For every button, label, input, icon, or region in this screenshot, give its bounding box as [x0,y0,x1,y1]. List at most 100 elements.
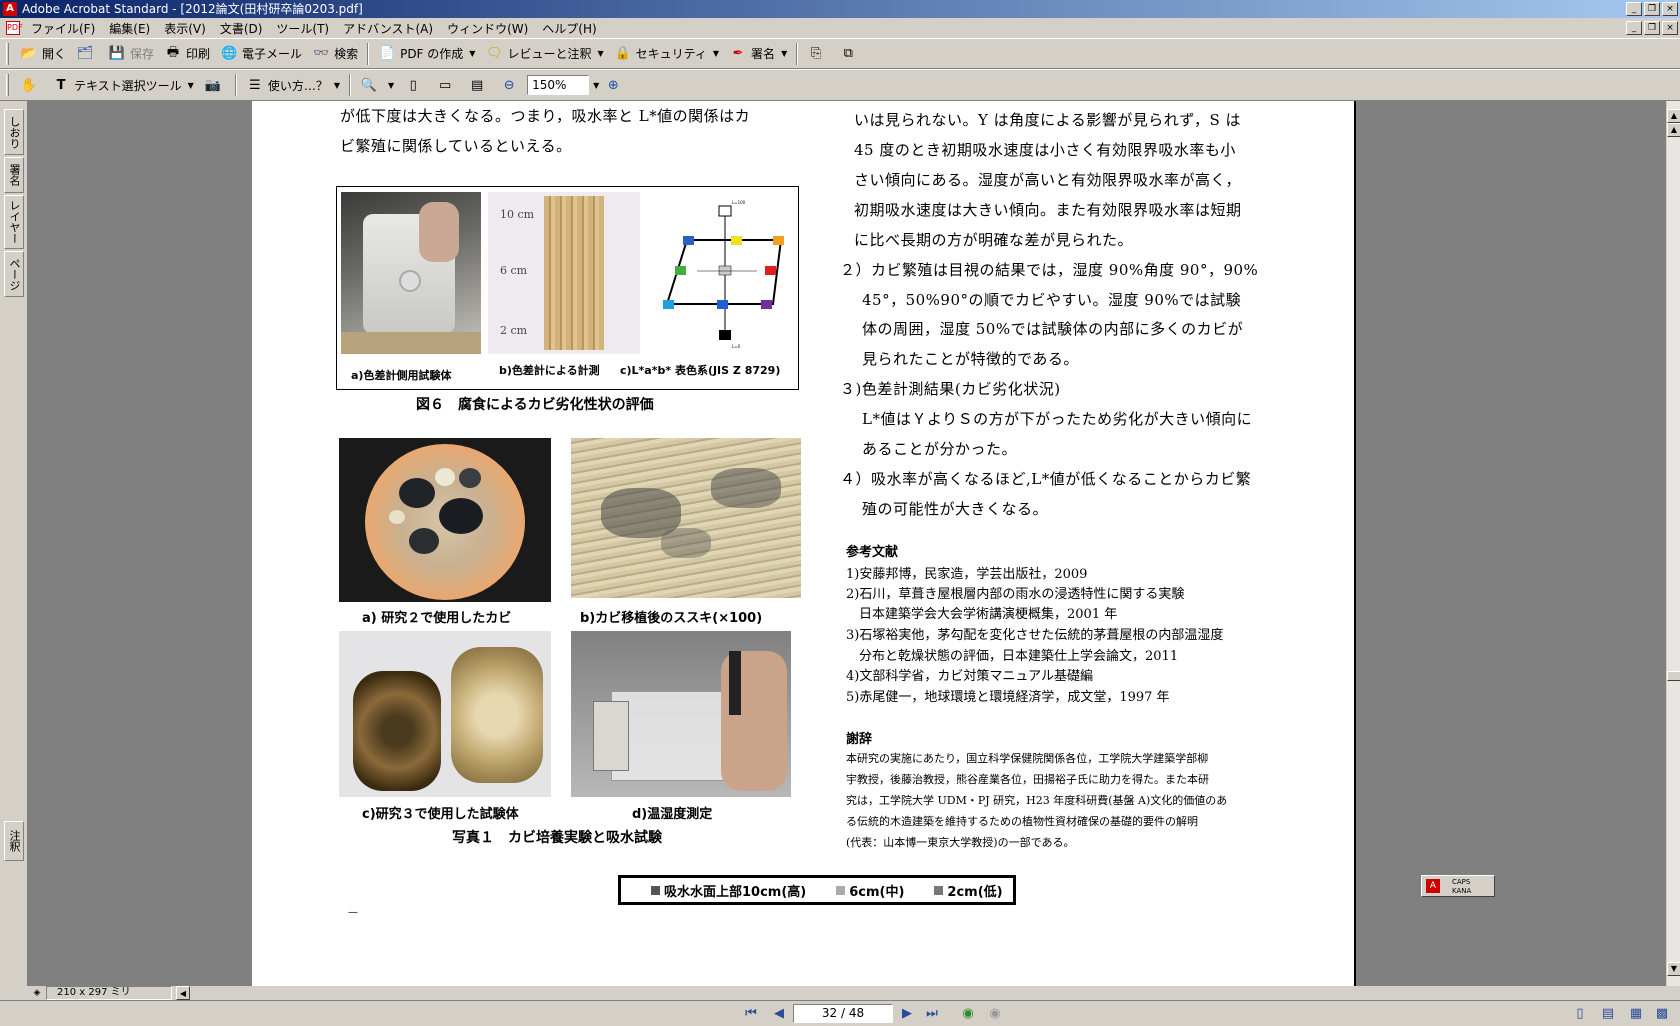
menu-window[interactable]: ウィンドウ(W) [440,20,535,37]
zoom-input[interactable]: 150% [527,75,590,95]
scroll-down-button[interactable]: ▼ [1667,962,1680,976]
tab-comments[interactable]: 注釈 [4,821,24,861]
doc-close-button[interactable]: × [1662,21,1678,35]
reference-item: 分布と乾燥状態の評価，日本建築仕上学会論文，2011 [846,649,1179,664]
first-page-icon[interactable]: ⏮ [743,1006,759,1022]
toolbar-separator [796,42,799,65]
fit-width-icon: ▤ [470,77,484,93]
hand-tool-button[interactable]: ✋ [15,73,47,97]
organizer-button[interactable]: 🗂 [71,42,103,66]
page-number-field[interactable]: 32 / 48 [793,1004,893,1023]
page-import-icon: ⧉ [843,46,853,61]
previous-page-icon[interactable]: ◀ [771,1006,787,1022]
next-view-icon[interactable]: ◉ [987,1006,1003,1022]
tab-bookmarks[interactable]: しおり [4,109,24,155]
reference-item: 1)安藤邦博，民家造，学芸出版社，2009 [846,567,1088,582]
zoom-tool-button[interactable]: 🔍 ▼ [355,73,399,97]
continuous-icon[interactable]: ▤ [1600,1006,1616,1022]
continuous-facing-icon[interactable]: ▩ [1654,1006,1670,1022]
save-button[interactable]: 💾 保存 [103,42,159,66]
snapshot-button[interactable]: 📷 [199,73,231,97]
references-heading: 参考文献 [846,545,899,560]
menu-advanced[interactable]: アドバンスト(A) [336,20,440,37]
last-page-icon[interactable]: ⏭ [924,1006,940,1022]
minimize-button[interactable]: _ [1626,2,1642,16]
ime-caps: CAPS [1452,878,1471,886]
actual-size-button[interactable]: ▯ [399,73,431,97]
page-size-display: 210 x 297 ミリ [46,986,172,1000]
menu-view[interactable]: 表示(V) [157,20,213,37]
organizer-icon: 🗂 [76,46,94,61]
chevron-down-icon[interactable]: ▼ [188,81,194,90]
create-pdf-button[interactable]: 📄 PDF の作成 ▼ [373,42,480,66]
document-view[interactable]: が低下度は大きくなる。つまり，吸水率と L*値の関係はカ ビ繁殖に関係していると… [28,101,1666,986]
save-icon: 💾 [108,46,126,61]
legend-item: 吸水水面上部10cm(高) [651,881,806,900]
tab-layers[interactable]: レイヤー [4,195,24,249]
page-import-button[interactable]: ⧉ [834,42,866,66]
menu-help[interactable]: ヘルプ(H) [535,20,603,37]
page-export-button[interactable]: ⎘ [802,42,834,66]
fit-page-button[interactable]: ▭ [431,73,463,97]
fig6-label-b: b)色差計による計測 [499,364,600,377]
ime-indicator[interactable]: A CAPS KANA [1421,875,1495,897]
chevron-down-icon[interactable]: ▼ [713,49,719,58]
sign-button[interactable]: ✒ 署名 ▼ [724,42,792,66]
single-page-icon[interactable]: ▯ [1572,1006,1588,1022]
menu-tools[interactable]: ツール(T) [269,20,336,37]
zoom-in-button[interactable]: ⊕ [599,73,631,97]
navigation-pane: しおり 署名 レイヤー ページ 注釈 [0,101,28,986]
scroll-up-button[interactable]: ▲ [1667,123,1680,137]
chevron-down-icon[interactable]: ▼ [597,49,603,58]
zoom-out-icon: ⊖ [503,77,515,93]
menu-edit[interactable]: 編集(E) [102,20,157,37]
magnifier-icon: 🔍 [360,77,378,93]
howto-button[interactable]: ☰ 使い方…？ ▼ [241,73,345,97]
chart-legend: 吸水水面上部10cm(高) 6cm(中) 2cm(低) [618,875,1016,905]
search-button[interactable]: 👓 検索 [307,42,363,66]
chevron-down-icon[interactable]: ▼ [469,49,475,58]
fit-width-button[interactable]: ▤ [463,73,495,97]
hand-icon: ✋ [20,77,38,93]
security-button[interactable]: 🔒 セキュリティ ▼ [609,42,724,66]
expand-icon[interactable]: ◈ [30,986,44,1000]
facing-icon[interactable]: ▦ [1628,1006,1644,1022]
actual-size-page-icon: ▯ [409,77,417,93]
chevron-down-icon[interactable]: ▼ [388,81,394,90]
next-page-icon[interactable]: ▶ [899,1006,915,1022]
doc-minimize-button[interactable]: _ [1626,21,1642,35]
menu-file[interactable]: ファイル(F) [24,20,102,37]
doc-restore-button[interactable]: ❐ [1644,21,1660,35]
tab-pages[interactable]: ページ [4,251,24,297]
toolbar-grip[interactable] [6,74,9,96]
photo1-label-b: b)カビ移植後のススキ(×100) [580,611,763,626]
review-button[interactable]: 🗨 レビューと注釈 ▼ [480,42,608,66]
previous-view-icon[interactable]: ◉ [960,1006,976,1022]
print-button[interactable]: 🖶 印刷 [159,42,215,66]
document-icon[interactable]: PDF [6,21,23,35]
restore-button[interactable]: ❐ [1644,2,1660,16]
email-button[interactable]: 🌐 電子メール [215,42,307,66]
chevron-down-icon[interactable]: ▼ [334,81,340,90]
reference-item: 5)赤尾健一，地球環境と環境経済学，成文堂，1997 年 [846,690,1170,705]
chevron-down-icon[interactable]: ▼ [781,49,787,58]
conclusion-2-line: 見られたことが特徴的である。 [862,350,1079,368]
toolbar-grip[interactable] [6,42,9,65]
email-globe-icon: 🌐 [220,46,238,61]
tab-signatures[interactable]: 署名 [4,157,24,193]
toolbar-separator [367,42,370,65]
page-up-icon[interactable]: ▲ [1667,109,1680,123]
photo1-label-a: a) 研究２で使用したカビ [362,611,512,626]
close-button[interactable]: × [1662,2,1678,16]
camera-icon: 📷 [204,77,221,93]
open-button[interactable]: 📂 開く [15,42,71,66]
zoom-out-button[interactable]: ⊖ [495,73,527,97]
toolbar-separator [234,74,237,96]
scroll-left-button[interactable]: ◀ [176,986,190,1000]
text-select-button[interactable]: T テキスト選択ツール ▼ [47,73,199,97]
scroll-thumb[interactable] [1667,671,1680,681]
vertical-scrollbar[interactable]: ▲ ▲ ▼ [1666,101,1680,986]
toolbar-separator [348,74,351,96]
menu-document[interactable]: 文書(D) [213,20,270,37]
diagram-bottom-label: L=0 [732,344,741,349]
